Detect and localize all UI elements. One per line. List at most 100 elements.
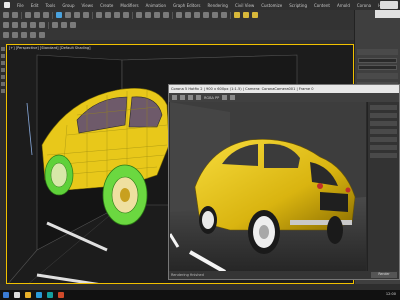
- render-window-title[interactable]: Corona 5 Hotfix 2 | 900 x 600px (1:1.5) …: [169, 85, 399, 93]
- object-name-field[interactable]: [358, 58, 397, 63]
- render-icon[interactable]: [252, 12, 258, 18]
- interactive-render-icon[interactable]: [70, 22, 76, 28]
- menu-animation[interactable]: Animation: [146, 3, 166, 8]
- material-editor-icon[interactable]: [221, 12, 227, 18]
- contrast-slider[interactable]: [370, 153, 397, 158]
- menu-views[interactable]: Views: [82, 3, 94, 8]
- rotate-icon[interactable]: [105, 12, 111, 18]
- white-balance-slider[interactable]: [370, 145, 397, 150]
- app-icon[interactable]: [58, 292, 64, 298]
- post-tab[interactable]: [370, 105, 397, 110]
- channel-select[interactable]: RGBA PP: [204, 96, 219, 100]
- corona-icon[interactable]: [3, 22, 9, 28]
- layer-icon[interactable]: [194, 12, 200, 18]
- render-setup-icon[interactable]: [234, 12, 240, 18]
- mirror-icon[interactable]: [176, 12, 182, 18]
- history-tab[interactable]: [370, 121, 397, 126]
- align-icon[interactable]: [185, 12, 191, 18]
- save-image-icon[interactable]: [172, 95, 177, 100]
- render-frame-icon[interactable]: [243, 12, 249, 18]
- start-icon[interactable]: [3, 292, 9, 298]
- corona-proxy-icon[interactable]: [30, 22, 36, 28]
- window-crossing-icon[interactable]: [83, 12, 89, 18]
- filter-icon[interactable]: [1, 54, 5, 58]
- freeform-icon[interactable]: [12, 32, 18, 38]
- modifier-list-field[interactable]: [358, 65, 397, 70]
- command-panel-tabs[interactable]: [357, 49, 398, 55]
- spinner-snap-icon[interactable]: [163, 12, 169, 18]
- redo-icon[interactable]: [12, 12, 18, 18]
- lights-icon[interactable]: [1, 75, 5, 79]
- viewport-label[interactable]: [+] [Perspective] [Standard] [Default Sh…: [9, 46, 91, 50]
- zoom-icon[interactable]: [222, 95, 228, 100]
- browser-icon[interactable]: [36, 292, 42, 298]
- cameras-icon[interactable]: [1, 82, 5, 86]
- menu-arnold[interactable]: Arnold: [337, 3, 350, 8]
- menu-file[interactable]: File: [17, 3, 24, 8]
- menu-content[interactable]: Content: [314, 3, 330, 8]
- unlink-icon[interactable]: [34, 12, 40, 18]
- corona-camera-icon[interactable]: [21, 22, 27, 28]
- menu-tools[interactable]: Tools: [45, 3, 55, 8]
- menu-modifiers[interactable]: Modifiers: [120, 3, 138, 8]
- copy-image-icon[interactable]: [180, 95, 185, 100]
- app-logo-icon[interactable]: [4, 2, 10, 8]
- shapes-icon[interactable]: [1, 68, 5, 72]
- menu-corona[interactable]: Corona: [357, 3, 371, 8]
- object-paint-icon[interactable]: [30, 32, 36, 38]
- toolbar-divider: [48, 21, 49, 29]
- curve-editor-icon[interactable]: [203, 12, 209, 18]
- search-icon[interactable]: [14, 292, 20, 298]
- populate-icon[interactable]: [39, 32, 45, 38]
- toolbar-divider: [21, 11, 22, 19]
- rendered-image: [170, 102, 366, 272]
- select-icon[interactable]: [56, 12, 62, 18]
- workspace-button[interactable]: [375, 10, 400, 18]
- move-icon[interactable]: [96, 12, 102, 18]
- lister-icon[interactable]: [61, 22, 67, 28]
- menu-scripting[interactable]: Scripting: [289, 3, 307, 8]
- file-explorer-icon[interactable]: [25, 292, 31, 298]
- geometry-icon[interactable]: [1, 61, 5, 65]
- bind-icon[interactable]: [43, 12, 49, 18]
- region-select-icon[interactable]: [74, 12, 80, 18]
- schematic-icon[interactable]: [212, 12, 218, 18]
- menu-edit[interactable]: Edit: [31, 3, 39, 8]
- helpers-icon[interactable]: [1, 89, 5, 93]
- place-icon[interactable]: [123, 12, 129, 18]
- rendered-car-scene: [170, 102, 366, 272]
- 3dsmax-icon[interactable]: [47, 292, 53, 298]
- corona-light-icon[interactable]: [12, 22, 18, 28]
- snap-icon[interactable]: [136, 12, 142, 18]
- angle-snap-icon[interactable]: [145, 12, 151, 18]
- select-by-name-icon[interactable]: [65, 12, 71, 18]
- render-frame-window: Corona 5 Hotfix 2 | 900 x 600px (1:1.5) …: [168, 84, 400, 280]
- sign-in-button[interactable]: [380, 1, 398, 9]
- undo-icon[interactable]: [3, 12, 9, 18]
- menu-customize[interactable]: Customize: [261, 3, 282, 8]
- toolbar-divider: [230, 11, 231, 19]
- clear-icon[interactable]: [188, 95, 193, 100]
- stats-tab[interactable]: [370, 113, 397, 118]
- modifier-stack[interactable]: [357, 73, 398, 79]
- render-button[interactable]: Render: [371, 272, 397, 278]
- scene-explorer-icon[interactable]: [1, 47, 5, 51]
- fit-icon[interactable]: [230, 95, 236, 100]
- menu-rendering[interactable]: Rendering: [208, 3, 228, 8]
- corona-scatter-icon[interactable]: [39, 22, 45, 28]
- toolbar-divider: [92, 11, 93, 19]
- region-icon[interactable]: [196, 95, 201, 100]
- menu-group[interactable]: Group: [62, 3, 74, 8]
- converter-icon[interactable]: [52, 22, 58, 28]
- link-icon[interactable]: [25, 12, 31, 18]
- modeling-icon[interactable]: [3, 32, 9, 38]
- selection-icon[interactable]: [21, 32, 27, 38]
- percent-snap-icon[interactable]: [154, 12, 160, 18]
- highlight-compress-slider[interactable]: [370, 137, 397, 142]
- menu-graph-editors[interactable]: Graph Editors: [173, 3, 200, 8]
- scale-icon[interactable]: [114, 12, 120, 18]
- menu-civil-view[interactable]: Civil View: [235, 3, 254, 8]
- toolbar-divider: [132, 11, 133, 19]
- menu-create[interactable]: Create: [100, 3, 113, 8]
- exposure-slider[interactable]: [370, 129, 397, 134]
